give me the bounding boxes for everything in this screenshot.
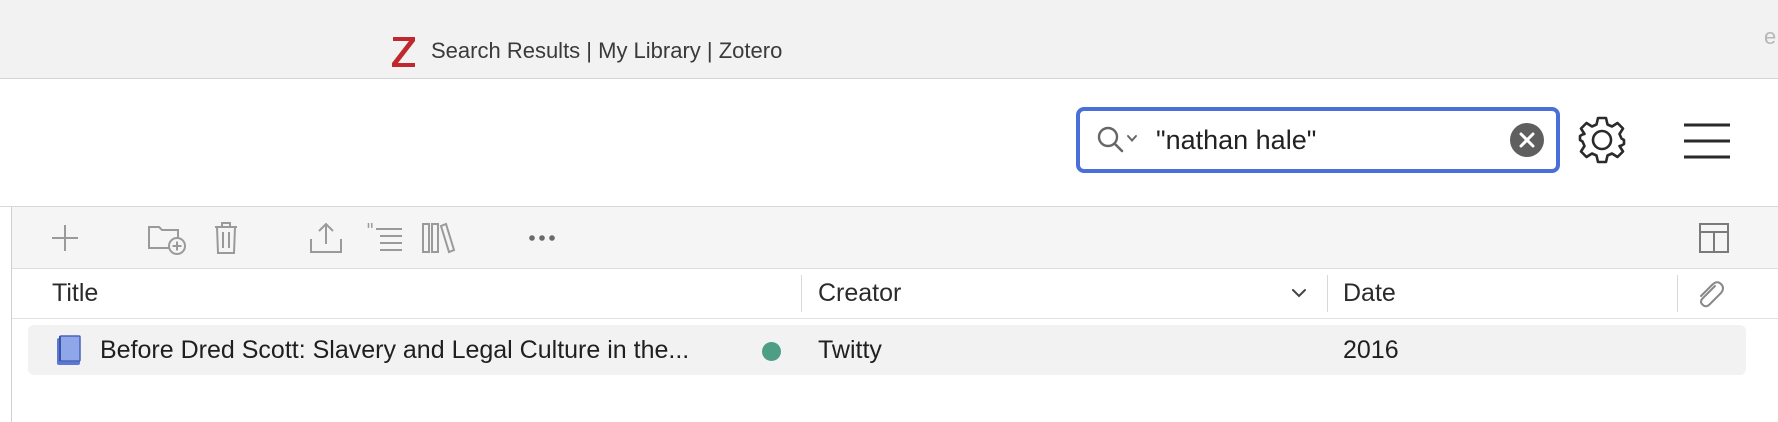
column-creator[interactable]: Creator <box>818 269 901 318</box>
column-date[interactable]: Date <box>1343 269 1396 318</box>
items-toolbar: " <box>12 207 1778 269</box>
citation-icon[interactable]: " <box>364 221 404 255</box>
status-dot <box>762 342 781 361</box>
column-resizer[interactable] <box>1327 275 1328 312</box>
plus-icon[interactable] <box>48 221 82 255</box>
item-creator: Twitty <box>818 336 882 364</box>
sort-descending-icon[interactable] <box>1291 285 1307 301</box>
trash-icon[interactable] <box>212 221 240 255</box>
search-icon[interactable] <box>1097 126 1141 154</box>
gear-icon[interactable] <box>1577 115 1627 165</box>
export-icon[interactable] <box>308 221 344 255</box>
window-titlebar: Search Results | My Library | Zotero e <box>0 0 1778 79</box>
column-resizer[interactable] <box>801 275 802 312</box>
column-header-row: Title Creator Date <box>12 269 1778 319</box>
book-icon <box>57 335 81 365</box>
paperclip-icon[interactable] <box>1693 278 1727 312</box>
table-row[interactable]: Before Dred Scott: Slavery and Legal Cul… <box>28 325 1746 375</box>
hamburger-menu-icon[interactable] <box>1682 121 1732 161</box>
svg-text:": " <box>366 221 374 241</box>
clear-icon <box>1519 132 1535 148</box>
item-title: Before Dred Scott: Slavery and Legal Cul… <box>100 336 690 364</box>
more-icon[interactable] <box>524 221 560 255</box>
adjacent-window-text: e <box>1764 24 1777 49</box>
new-collection-icon[interactable] <box>146 221 188 255</box>
main-toolbar <box>0 79 1778 207</box>
chevron-down-icon <box>1127 135 1137 143</box>
column-resizer[interactable] <box>1677 275 1678 312</box>
item-date: 2016 <box>1343 336 1399 364</box>
search-input[interactable] <box>1156 119 1476 161</box>
window-title: Search Results | My Library | Zotero <box>431 38 783 63</box>
column-title[interactable]: Title <box>52 269 98 318</box>
library-icon[interactable] <box>420 221 456 255</box>
column-picker-icon[interactable] <box>1697 221 1731 255</box>
zotero-logo-icon <box>392 37 415 67</box>
search-box[interactable] <box>1076 107 1560 173</box>
clear-search-button[interactable] <box>1510 123 1544 157</box>
